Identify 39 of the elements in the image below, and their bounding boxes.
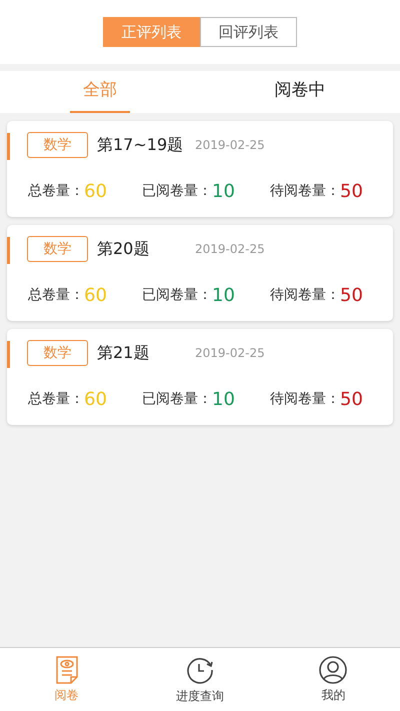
nav-tab[interactable]: 进度查询: [133, 648, 267, 711]
accent-bar: [7, 133, 10, 160]
stat-label: 总卷量：: [28, 286, 84, 305]
stat-label: 已阅卷量：: [142, 390, 212, 409]
stat-label: 待阅卷量：: [270, 390, 340, 409]
stat-value: 10: [212, 180, 235, 204]
subject-tag: 数学: [27, 132, 88, 158]
stat-label: 待阅卷量：: [270, 286, 340, 305]
accent-bar: [7, 237, 10, 264]
task-date: 2019-02-25: [195, 137, 265, 154]
stat-value: 50: [340, 180, 363, 204]
task-title: 第17~19题: [97, 134, 184, 156]
stat-label: 总卷量：: [28, 390, 84, 409]
stat-value: 60: [84, 388, 107, 412]
stat-value: 60: [84, 284, 107, 308]
task-title: 第21题: [97, 342, 150, 364]
task-title: 第20题: [97, 238, 150, 260]
document-eye-icon: [54, 656, 79, 684]
stat-value: 60: [84, 180, 107, 204]
nav-tab[interactable]: 我的: [266, 648, 400, 711]
subject-tag: 数学: [27, 340, 88, 366]
task-card[interactable]: 数学 第21题 2019-02-25 总卷量：60 已阅卷量：10 待阅卷量：50: [7, 329, 393, 425]
task-card[interactable]: 数学 第20题 2019-02-25 总卷量：60 已阅卷量：10 待阅卷量：50: [7, 225, 393, 321]
stat-label: 已阅卷量：: [142, 286, 212, 305]
task-date: 2019-02-25: [195, 345, 265, 362]
stat-label: 待阅卷量：: [270, 182, 340, 201]
stat-value: 10: [212, 388, 235, 412]
user-icon: [319, 656, 348, 684]
filter-tab[interactable]: 阅卷中: [266, 71, 334, 113]
stat-value: 10: [212, 284, 235, 308]
accent-bar: [7, 341, 10, 368]
stat-label: 总卷量：: [28, 182, 84, 201]
task-card[interactable]: 数学 第17~19题 2019-02-25 总卷量：60 已阅卷量：10 待阅卷量：50: [7, 121, 393, 217]
subject-tag: 数学: [27, 236, 88, 262]
stat-value: 50: [340, 388, 363, 412]
task-date: 2019-02-25: [195, 241, 265, 258]
stat-label: 已阅卷量：: [142, 182, 212, 201]
segment-tab[interactable]: 回评列表: [200, 17, 297, 47]
stat-value: 50: [340, 284, 363, 308]
